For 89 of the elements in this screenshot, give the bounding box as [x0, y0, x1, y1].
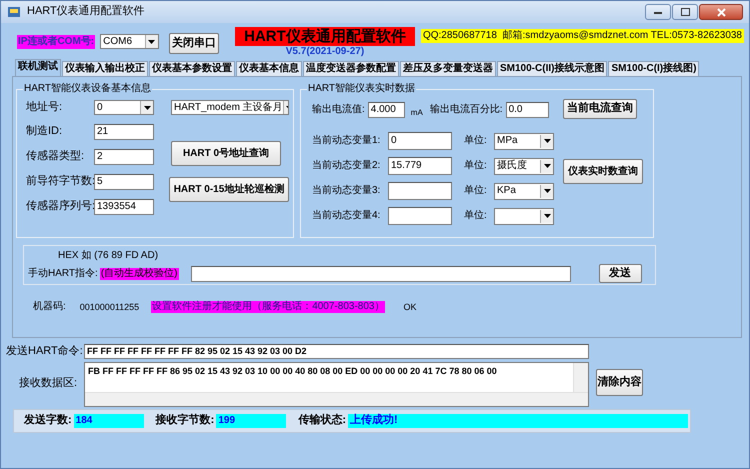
contact-info: QQ:2850687718 邮箱:smdzyaoms@smdznet.com TEL:0573-82623038 — [420, 29, 744, 43]
tab[interactable]: SM100-C(II)接线示意图 — [497, 61, 608, 76]
stat-value: 199 — [216, 414, 286, 428]
unit-select[interactable]: MPa — [494, 132, 554, 150]
status-text: OK — [403, 302, 416, 312]
variable-label: 当前动态变量2: — [312, 160, 382, 172]
unit-label: mA — [410, 108, 423, 118]
unit-label: 单位: — [464, 185, 488, 197]
stat-value: 184 — [74, 414, 144, 428]
field-label: 制造ID: — [26, 125, 64, 139]
select-value: HART_modem 主设备月 — [174, 102, 283, 114]
receive-data-area[interactable]: FB FF FF FF FF FF 86 95 02 15 43 92 03 10 00 00 40 80 08 00 ED 00 00 00 00 20 41 7C 78 80 06 00 — [84, 362, 589, 407]
modem-select[interactable]: HART_modem 主设备月 — [171, 100, 289, 115]
variable-label: 当前动态变量1: — [312, 135, 382, 147]
select-value: MPa — [497, 135, 518, 147]
port-select[interactable]: COM6 — [100, 34, 159, 49]
send-button[interactable]: 发送 — [598, 264, 642, 283]
unit-label: 单位: — [464, 210, 488, 222]
variable-field[interactable]: 0 — [388, 132, 452, 150]
tab[interactable]: 仪表输入输出校正 — [62, 61, 148, 76]
unit-select[interactable]: 摄氏度 — [494, 158, 554, 174]
input-field[interactable]: 21 — [94, 124, 154, 140]
manual-command-field[interactable] — [190, 266, 570, 282]
select-value: 摄氏度 — [497, 160, 527, 172]
output-percent-label: 输出电流百分比: — [430, 104, 503, 116]
minimize-icon — [654, 10, 662, 14]
close-button[interactable] — [699, 4, 743, 20]
tab[interactable]: 差压及多变量变送器 — [400, 61, 496, 76]
maximize-icon — [680, 8, 690, 16]
variable-field[interactable] — [388, 182, 452, 200]
app-icon — [7, 5, 21, 19]
tab[interactable]: 温度变送器参数配置 — [303, 61, 399, 76]
close-port-button[interactable]: 关闭串口 — [168, 33, 219, 54]
output-percent-field[interactable]: 0.0 — [506, 102, 549, 118]
field-label: 传感器序列号: — [26, 200, 94, 214]
machine-code: 001000011255 — [80, 302, 140, 312]
send-command-label: 发送HART命令: — [6, 344, 84, 358]
output-current-label: 输出电流值: — [312, 104, 365, 116]
unit-label: 单位: — [464, 160, 488, 172]
manual-command-label: 手动HART指令: — [28, 268, 98, 280]
clear-button[interactable]: 清除内容 — [596, 369, 643, 396]
select-value: COM6 — [103, 36, 132, 48]
variable-field[interactable]: 15.779 — [388, 157, 452, 175]
input-field[interactable]: 5 — [94, 174, 154, 190]
maximize-button[interactable] — [672, 4, 698, 20]
variable-label: 当前动态变量4: — [312, 210, 382, 222]
group-title: HART智能仪表设备基本信息 — [23, 83, 152, 95]
input-field[interactable]: 1393554 — [94, 199, 154, 215]
group-title: HART智能仪表实时数据 — [307, 83, 416, 95]
field-label: 地址号: — [26, 100, 64, 114]
address-select[interactable]: 0 — [94, 100, 154, 115]
address-scan-button[interactable]: HART 0-15地址轮巡检测 — [169, 177, 289, 202]
horizontal-scrollbar[interactable] — [85, 392, 588, 406]
stat-label: 发送字数: — [24, 414, 72, 428]
send-command-field[interactable]: FF FF FF FF FF FF FF FF 82 95 02 15 43 92 03 00 D2 — [84, 344, 589, 359]
connection-label: IP连或者COM号: — [17, 35, 96, 49]
input-field[interactable]: 2 — [94, 149, 154, 165]
version-label: V5.7(2021-09-27) — [286, 46, 364, 58]
output-current-field[interactable]: 4.000 — [368, 102, 405, 118]
field-label: 前导符字节数: — [26, 175, 94, 189]
hex-hint: HEX 如 (76 89 FD AD) — [58, 250, 158, 262]
tab[interactable]: SM100-C(I)接线图) — [608, 61, 700, 76]
unit-select[interactable] — [494, 208, 554, 224]
current-query-button[interactable]: 当前电流查询 — [563, 99, 637, 119]
checksum-note: (自动生成校验位) — [100, 268, 178, 280]
stat-label: 传输状态: — [298, 414, 346, 428]
machine-code-label: 机器码: — [33, 301, 66, 313]
receive-data-label: 接收数据区: — [18, 376, 78, 391]
variable-field[interactable] — [388, 207, 452, 225]
stat-label: 接收字节数: — [156, 414, 214, 428]
vertical-scrollbar[interactable] — [573, 363, 588, 392]
registration-notice: 设置软件注册才能使用（服务电话：4007-803-803） — [151, 301, 386, 313]
close-icon — [716, 8, 726, 16]
tab[interactable]: 联机测试 — [15, 59, 61, 76]
window-title: HART仪表通用配置软件 — [27, 5, 145, 19]
address-query-button[interactable]: HART 0号地址查询 — [171, 141, 281, 166]
receive-data-text: FB FF FF FF FF FF 86 95 02 15 43 92 03 10 00 00 40 80 08 00 ED 00 00 00 00 20 41 7C 78 80 06 00 — [87, 365, 498, 378]
variable-label: 当前动态变量3: — [312, 185, 382, 197]
realtime-query-button[interactable]: 仪表实时数查询 — [563, 159, 643, 184]
field-label: 传感器类型: — [26, 150, 86, 164]
select-value: KPa — [497, 185, 516, 197]
unit-select[interactable]: KPa — [494, 182, 554, 200]
stat-value: 上传成功! — [348, 414, 688, 428]
tab[interactable]: 仪表基本参数设置 — [149, 61, 235, 76]
tab[interactable]: 仪表基本信息 — [236, 61, 302, 76]
unit-label: 单位: — [464, 135, 488, 147]
minimize-button[interactable] — [645, 4, 671, 20]
app-title: HART仪表通用配置软件 — [234, 27, 415, 46]
select-value: 0 — [97, 102, 103, 114]
